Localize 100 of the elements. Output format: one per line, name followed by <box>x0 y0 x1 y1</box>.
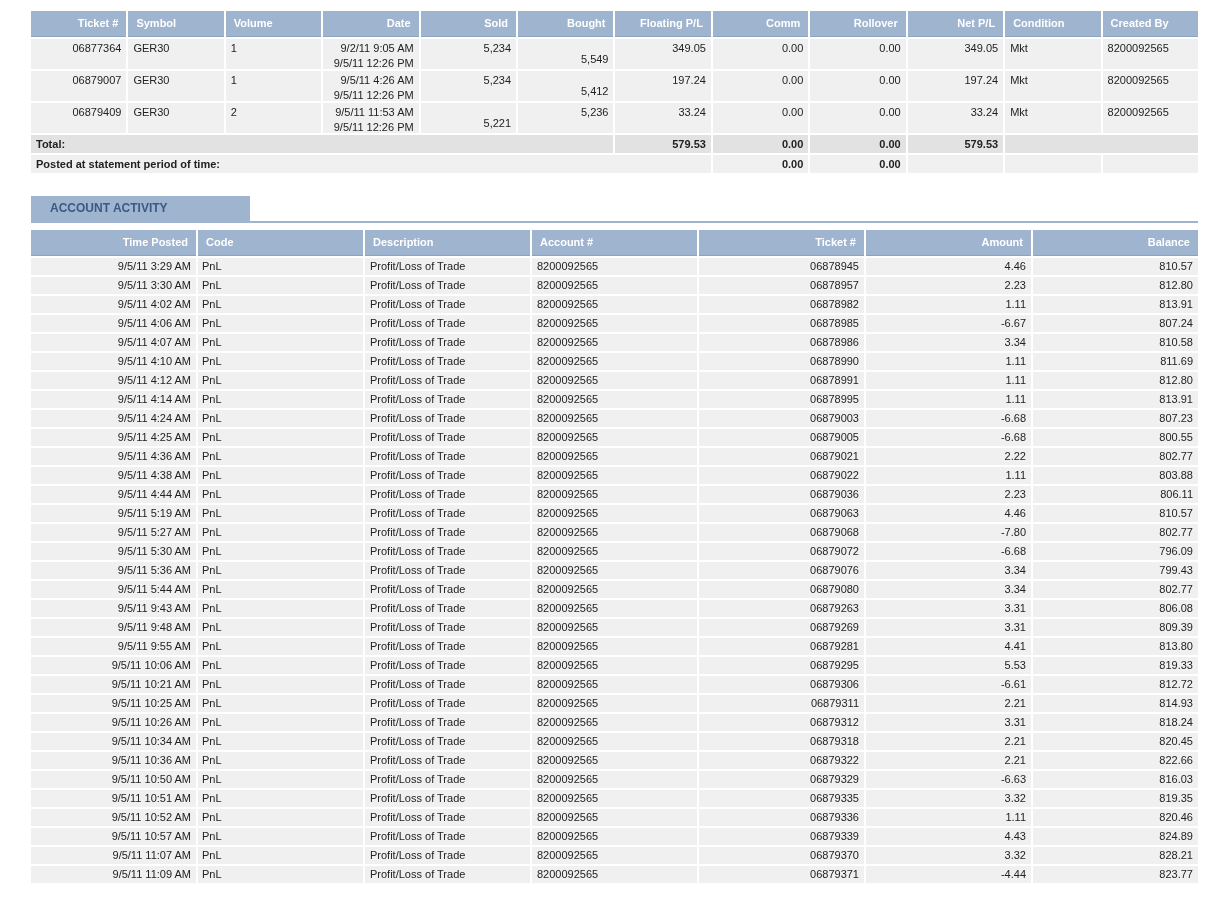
table-cell: 9/5/11 10:34 AM <box>31 733 196 750</box>
column-header: Ticket # <box>31 11 127 37</box>
table-cell: 5,549 <box>518 39 614 69</box>
table-cell: 2.21 <box>866 733 1031 750</box>
table-cell: 818.24 <box>1033 714 1198 731</box>
table-cell: 4.46 <box>866 258 1031 275</box>
table-cell: 06879022 <box>699 467 864 484</box>
table-cell: 1.11 <box>866 391 1031 408</box>
table-cell: 9/2/11 9:05 AM 9/5/11 12:26 PM <box>323 39 419 69</box>
table-cell: 8200092565 <box>532 524 697 541</box>
table-cell: 8200092565 <box>532 334 697 351</box>
table-cell: 810.58 <box>1033 334 1198 351</box>
table-cell: 820.46 <box>1033 809 1198 826</box>
table-cell: PnL <box>198 315 363 332</box>
table-cell: 807.24 <box>1033 315 1198 332</box>
table-cell: 06879370 <box>699 847 864 864</box>
table-cell: 2.21 <box>866 752 1031 769</box>
table-cell: 9/5/11 4:12 AM <box>31 372 196 389</box>
table-cell: Profit/Loss of Trade <box>365 809 530 826</box>
table-cell: Profit/Loss of Trade <box>365 790 530 807</box>
table-cell: Profit/Loss of Trade <box>365 866 530 883</box>
table-cell: 06879322 <box>699 752 864 769</box>
table-cell: 0.00 <box>810 39 906 69</box>
column-header: Symbol <box>128 11 224 37</box>
table-cell: 4.41 <box>866 638 1031 655</box>
column-header: Code <box>198 230 363 256</box>
table-cell: 9/5/11 10:51 AM <box>31 790 196 807</box>
table-cell: 9/5/11 9:55 AM <box>31 638 196 655</box>
column-header: Condition <box>1005 11 1101 37</box>
table-cell: Profit/Loss of Trade <box>365 581 530 598</box>
column-header: Bought <box>518 11 614 37</box>
column-header: Volume <box>225 11 322 37</box>
table-cell: Profit/Loss of Trade <box>365 296 530 313</box>
table-cell: 0.00 <box>712 135 809 153</box>
table-cell: 820.45 <box>1033 733 1198 750</box>
table-cell: 3.34 <box>866 334 1031 351</box>
table-cell: 5,412 <box>518 71 614 101</box>
table-cell: 8200092565 <box>532 790 697 807</box>
table-cell: 06878986 <box>699 334 864 351</box>
table-cell: PnL <box>198 524 363 541</box>
table-cell: PnL <box>198 258 363 275</box>
table-cell: 06879005 <box>699 429 864 446</box>
table-cell: 5,234 <box>420 71 517 101</box>
table-cell: 823.77 <box>1033 866 1198 883</box>
column-header: Comm <box>712 11 809 37</box>
table-cell: 197.24 <box>907 71 1004 101</box>
table-cell: 349.05 <box>907 39 1004 69</box>
table-cell: 33.24 <box>615 103 711 133</box>
table-cell: 9/5/11 4:44 AM <box>31 486 196 503</box>
table-cell: Profit/Loss of Trade <box>365 733 530 750</box>
table-cell: Profit/Loss of Trade <box>365 771 530 788</box>
table-cell: 0.00 <box>712 71 809 101</box>
table-cell: 803.88 <box>1033 467 1198 484</box>
table-cell: 8200092565 <box>532 714 697 731</box>
column-header: Created By <box>1102 11 1198 37</box>
column-header: Description <box>365 230 530 256</box>
table-cell: 9/5/11 11:53 AM 9/5/11 12:26 PM <box>323 103 419 133</box>
table-cell: Profit/Loss of Trade <box>365 562 530 579</box>
table-cell: Profit/Loss of Trade <box>365 486 530 503</box>
table-cell: PnL <box>198 657 363 674</box>
table-cell: Mkt <box>1005 103 1101 133</box>
table-cell: 2.22 <box>866 448 1031 465</box>
table-cell: 06879295 <box>699 657 864 674</box>
table-cell: 9/5/11 5:19 AM <box>31 505 196 522</box>
table-cell: -6.67 <box>866 315 1031 332</box>
table-cell: 3.32 <box>866 847 1031 864</box>
table-cell: GER30 <box>128 39 224 69</box>
table-cell: 06879329 <box>699 771 864 788</box>
table-cell: PnL <box>198 277 363 294</box>
table-cell: 9/5/11 10:06 AM <box>31 657 196 674</box>
table-cell: 9/5/11 4:24 AM <box>31 410 196 427</box>
table-cell: 828.21 <box>1033 847 1198 864</box>
table-cell: 9/5/11 9:43 AM <box>31 600 196 617</box>
table-cell: 579.53 <box>615 135 711 153</box>
table-cell: Profit/Loss of Trade <box>365 410 530 427</box>
total-label: Total: <box>31 135 614 153</box>
table-cell: 812.80 <box>1033 277 1198 294</box>
table-cell: PnL <box>198 410 363 427</box>
table-cell: 06879281 <box>699 638 864 655</box>
table-cell: 5,236 <box>518 103 614 133</box>
table-cell: 8200092565 <box>532 372 697 389</box>
table-cell: PnL <box>198 752 363 769</box>
table-cell: 824.89 <box>1033 828 1198 845</box>
table-cell: 06878957 <box>699 277 864 294</box>
table-cell: 9/5/11 4:02 AM <box>31 296 196 313</box>
table-cell: 8200092565 <box>532 391 697 408</box>
table-cell: 8200092565 <box>532 695 697 712</box>
table-cell: 06879080 <box>699 581 864 598</box>
table-cell: Profit/Loss of Trade <box>365 258 530 275</box>
table-cell: 8200092565 <box>1102 71 1198 101</box>
table-cell: 9/5/11 10:52 AM <box>31 809 196 826</box>
table-cell: 8200092565 <box>532 315 697 332</box>
table-cell: 579.53 <box>907 135 1004 153</box>
column-header: Time Posted <box>31 230 196 256</box>
table-cell: 9/5/11 4:36 AM <box>31 448 196 465</box>
table-cell: 8200092565 <box>532 676 697 693</box>
column-header: Sold <box>420 11 517 37</box>
table-cell: 0.00 <box>810 103 906 133</box>
table-cell: 8200092565 <box>532 638 697 655</box>
column-header: Floating P/L <box>615 11 711 37</box>
